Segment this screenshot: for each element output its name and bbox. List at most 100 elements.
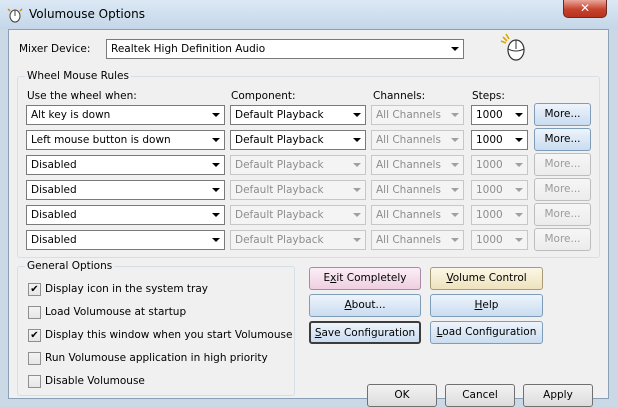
rule-2-when-select[interactable]: Left mouse button is down (26, 130, 225, 150)
use-wheel-header: Use the wheel when: (27, 90, 137, 102)
rule-2-component-select[interactable]: Default Playback (230, 130, 366, 150)
chevron-down-icon (451, 113, 459, 117)
chevron-down-icon (212, 138, 220, 142)
rule-4-when-select[interactable]: Disabled (26, 180, 225, 200)
rule-2-steps-value: 1000 (476, 134, 503, 146)
chevron-down-icon (515, 188, 523, 192)
load-label-end: oad Configuration (442, 326, 537, 338)
volumouse-app-icon (7, 8, 23, 23)
apply-button[interactable]: Apply (523, 384, 593, 407)
rule-4-steps-value: 1000 (476, 184, 503, 196)
chevron-down-icon (515, 113, 523, 117)
rule-3-component-select[interactable]: Default Playback (230, 155, 366, 175)
rule-4-channels-value: All Channels (376, 184, 441, 196)
chevron-down-icon (353, 188, 361, 192)
rule-1-when-select[interactable]: Alt key is down (26, 105, 225, 125)
chevron-down-icon (451, 47, 459, 51)
about-accelerator: A (344, 299, 352, 311)
rule-3-channels-select[interactable]: All Channels (371, 155, 464, 175)
chevron-down-icon (451, 213, 459, 217)
rule-6-channels-value: All Channels (376, 234, 441, 246)
rule-3-steps-select[interactable]: 1000 (471, 155, 528, 175)
rule-2-steps-select[interactable]: 1000 (471, 130, 528, 150)
about-button[interactable]: About... (309, 294, 421, 317)
rule-4-channels-select[interactable]: All Channels (371, 180, 464, 200)
chevron-down-icon (515, 138, 523, 142)
chevron-down-icon (451, 188, 459, 192)
rule-1-more-button[interactable]: More... (534, 103, 591, 126)
chevron-down-icon (212, 238, 220, 242)
rule-3-steps-value: 1000 (476, 159, 503, 171)
exit-completely-button[interactable]: Exit Completely (309, 267, 421, 290)
rule-4-component-select[interactable]: Default Playback (230, 180, 366, 200)
rule-4-steps-select[interactable]: 1000 (471, 180, 528, 200)
mouse-icon (500, 33, 525, 61)
chevron-down-icon (353, 138, 361, 142)
rule-1-steps-value: 1000 (476, 109, 503, 121)
ok-button[interactable]: OK (367, 384, 437, 407)
help-button[interactable]: Help (430, 294, 543, 317)
rule-3-when-value: Disabled (31, 159, 77, 171)
rule-1-steps-select[interactable]: 1000 (471, 105, 528, 125)
option-display-window-checkbox[interactable]: ✔ (28, 329, 41, 342)
chevron-down-icon (353, 213, 361, 217)
rule-3-when-select[interactable]: Disabled (26, 155, 225, 175)
chevron-down-icon (451, 163, 459, 167)
rule-5-more-button[interactable]: More... (534, 203, 591, 226)
option-disable-checkbox[interactable] (28, 375, 41, 388)
rule-4-when-value: Disabled (31, 184, 77, 196)
option-disable-label: Disable Volumouse (45, 375, 145, 387)
chevron-down-icon (212, 113, 220, 117)
rule-6-steps-select[interactable]: 1000 (471, 230, 528, 250)
load-configuration-button[interactable]: Load Configuration (430, 321, 543, 344)
channels-header: Channels: (373, 90, 426, 102)
close-icon: ✕ (579, 1, 591, 15)
rule-4-more-button[interactable]: More... (534, 178, 591, 201)
rule-2-channels-select[interactable]: All Channels (371, 130, 464, 150)
chevron-down-icon (353, 238, 361, 242)
rule-5-component-value: Default Playback (235, 209, 324, 221)
option-system-tray-label: Display icon in the system tray (45, 283, 209, 295)
rule-3-more-button[interactable]: More... (534, 153, 591, 176)
rule-2-more-button[interactable]: More... (534, 128, 591, 151)
rule-5-channels-value: All Channels (376, 209, 441, 221)
chevron-down-icon (353, 163, 361, 167)
chevron-down-icon (212, 163, 220, 167)
rule-5-component-select[interactable]: Default Playback (230, 205, 366, 225)
option-system-tray-checkbox[interactable]: ✔ (28, 283, 41, 296)
rule-1-channels-select[interactable]: All Channels (371, 105, 464, 125)
save-configuration-button[interactable]: Save Configuration (309, 321, 421, 344)
rule-6-when-select[interactable]: Disabled (26, 230, 225, 250)
rule-3-channels-value: All Channels (376, 159, 441, 171)
cancel-button[interactable]: Cancel (445, 384, 515, 407)
close-button[interactable]: ✕ (563, 0, 607, 18)
rule-2-when-value: Left mouse button is down (31, 134, 171, 146)
rule-6-steps-value: 1000 (476, 234, 503, 246)
rule-6-component-select[interactable]: Default Playback (230, 230, 366, 250)
chevron-down-icon (515, 213, 523, 217)
rule-5-when-select[interactable]: Disabled (26, 205, 225, 225)
rule-1-when-value: Alt key is down (31, 109, 111, 121)
rule-5-steps-select[interactable]: 1000 (471, 205, 528, 225)
rule-5-channels-select[interactable]: All Channels (371, 205, 464, 225)
mixer-device-select[interactable]: Realtek High Definition Audio (106, 39, 464, 59)
rule-2-component-value: Default Playback (235, 134, 324, 146)
help-label-end: elp (482, 299, 499, 311)
rule-1-component-select[interactable]: Default Playback (230, 105, 366, 125)
mixer-device-label: Mixer Device: (19, 43, 91, 55)
wheel-mouse-rules-title: Wheel Mouse Rules (25, 70, 131, 82)
chevron-down-icon (515, 238, 523, 242)
chevron-down-icon (515, 163, 523, 167)
rule-6-channels-select[interactable]: All Channels (371, 230, 464, 250)
title-bar[interactable]: Volumouse Options ✕ (0, 0, 618, 29)
mixer-device-value: Realtek High Definition Audio (111, 43, 266, 55)
rule-6-more-button[interactable]: More... (534, 228, 591, 251)
checkmark-icon: ✔ (30, 284, 39, 295)
option-high-priority-checkbox[interactable] (28, 352, 41, 365)
rule-1-channels-value: All Channels (376, 109, 441, 121)
rule-5-steps-value: 1000 (476, 209, 503, 221)
option-load-startup-checkbox[interactable] (28, 306, 41, 319)
save-accelerator: S (314, 327, 322, 339)
volume-control-button[interactable]: Volume Control (430, 267, 543, 290)
rule-6-when-value: Disabled (31, 234, 77, 246)
